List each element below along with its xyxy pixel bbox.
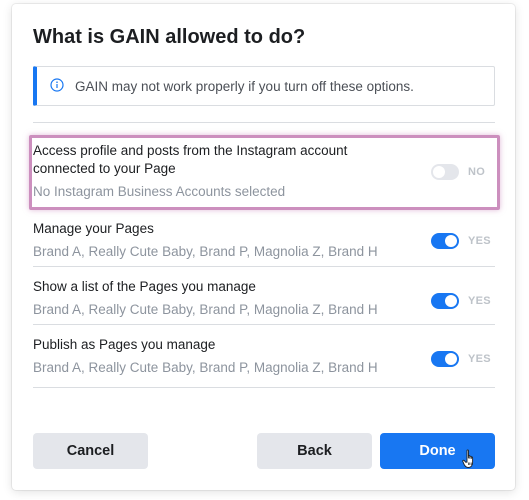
hand-pointer-icon <box>462 449 474 468</box>
permissions-dialog: What is GAIN allowed to do? GAIN may not… <box>12 4 515 490</box>
back-button[interactable]: Back <box>257 433 372 469</box>
highlight-box <box>29 135 500 210</box>
toggle-knob <box>445 295 457 307</box>
divider <box>33 122 495 123</box>
cancel-button[interactable]: Cancel <box>33 433 148 469</box>
toggle-knob <box>445 353 457 365</box>
permission-row-manage-pages: Manage your Pages Brand A, Really Cute B… <box>33 220 495 266</box>
permission-toggle[interactable] <box>431 293 459 309</box>
permission-row-publish-pages: Publish as Pages you manage Brand A, Rea… <box>33 336 495 382</box>
toggle-knob <box>445 235 457 247</box>
toggle-state-label: YES <box>468 235 491 247</box>
divider <box>33 324 495 325</box>
permission-name: Show a list of the Pages you manage <box>33 279 256 294</box>
permission-description: Brand A, Really Cute Baby, Brand P, Magn… <box>33 244 378 259</box>
permission-toggle[interactable] <box>431 351 459 367</box>
toggle-state-label: YES <box>468 295 491 307</box>
permission-row-list-pages: Show a list of the Pages you manage Bran… <box>33 278 495 324</box>
toggle-state-label: YES <box>468 353 491 365</box>
notice-text: GAIN may not work properly if you turn o… <box>75 79 414 94</box>
info-icon <box>50 78 64 92</box>
divider <box>33 266 495 267</box>
dialog-title: What is GAIN allowed to do? <box>33 26 306 48</box>
permission-name: Manage your Pages <box>33 221 154 236</box>
permission-description: Brand A, Really Cute Baby, Brand P, Magn… <box>33 360 378 375</box>
permission-name: Publish as Pages you manage <box>33 337 216 352</box>
info-notice: GAIN may not work properly if you turn o… <box>33 66 495 106</box>
divider <box>33 387 495 388</box>
permission-toggle[interactable] <box>431 233 459 249</box>
permission-description: Brand A, Really Cute Baby, Brand P, Magn… <box>33 302 378 317</box>
